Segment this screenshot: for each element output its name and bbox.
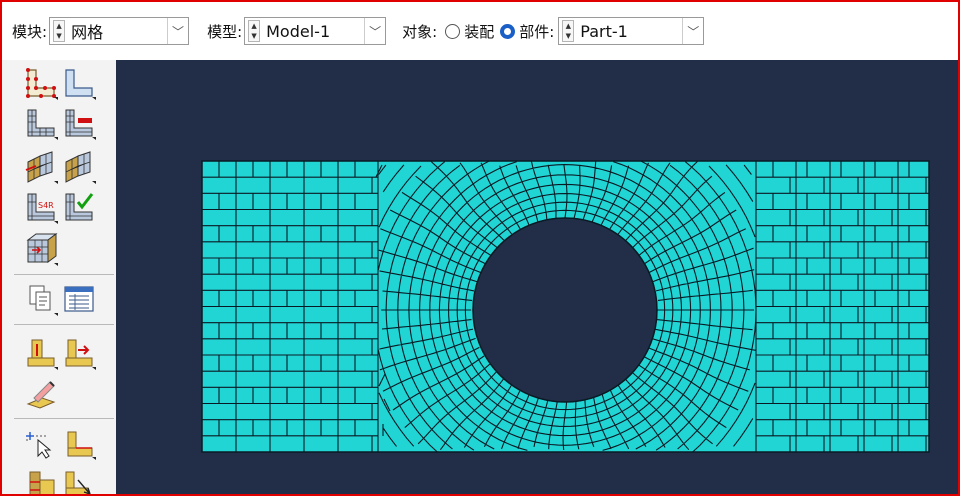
chevron-down-icon[interactable]: ﹀ xyxy=(682,18,703,44)
chevron-down-icon[interactable]: ﹀ xyxy=(364,18,385,44)
toolbox-separator xyxy=(14,418,114,419)
context-toolbar: 模块: ▲ ▼ 网格 ﹀ 模型: ▲ ▼ Model-1 ﹀ 对象: 装配 部件: … xyxy=(2,2,958,60)
mesh-toolbox: S4R xyxy=(2,60,116,494)
create-datum-icon[interactable] xyxy=(24,336,58,370)
seed-part-icon[interactable] xyxy=(24,66,58,100)
partition-cell-icon[interactable] xyxy=(24,232,58,266)
hole-cutout xyxy=(472,217,658,403)
module-label: 模块: xyxy=(12,22,48,41)
object-label: 对象: xyxy=(402,22,438,41)
app-frame: 模块: ▲ ▼ 网格 ﹀ 模型: ▲ ▼ Model-1 ﹀ 对象: 装配 部件: … xyxy=(0,0,960,496)
model-label: 模型: xyxy=(207,22,243,41)
toolbox-separator xyxy=(14,324,114,325)
mesh-controls-icon[interactable] xyxy=(24,106,58,140)
assembly-radio-label[interactable]: 装配 xyxy=(464,21,494,42)
part-radio[interactable] xyxy=(500,23,516,39)
s4r-element-icon[interactable]: S4R xyxy=(24,190,58,224)
assembly-radio[interactable] xyxy=(445,23,461,39)
part-value: Part-1 xyxy=(580,21,628,41)
model-spinner-icon[interactable]: ▲ ▼ xyxy=(248,20,261,42)
module-combo[interactable]: ▲ ▼ 网格 ﹀ xyxy=(49,17,190,45)
module-spinner-icon[interactable]: ▲ ▼ xyxy=(53,20,66,42)
virtual-topology-icon[interactable] xyxy=(62,426,96,460)
seed-edge-icon[interactable] xyxy=(62,66,96,100)
mesh-region-icon[interactable] xyxy=(62,150,96,184)
module-value: 网格 xyxy=(71,23,104,42)
extrude-mesh-icon[interactable] xyxy=(62,466,96,496)
edit-mesh-icon[interactable] xyxy=(24,376,58,410)
part-spinner-icon[interactable]: ▲ ▼ xyxy=(562,20,575,42)
model-value: Model-1 xyxy=(266,21,331,41)
query-info-icon[interactable] xyxy=(24,282,58,316)
cursor-tool-icon[interactable] xyxy=(24,426,58,460)
display-options-icon[interactable] xyxy=(62,282,96,316)
svg-text:S4R: S4R xyxy=(38,201,54,210)
chevron-down-icon[interactable]: ﹀ xyxy=(167,18,188,44)
verify-mesh-icon[interactable] xyxy=(62,190,96,224)
part-combo[interactable]: ▲ ▼ Part-1 ﹀ xyxy=(558,17,705,45)
combine-faces-icon[interactable] xyxy=(24,466,58,496)
part-mesh[interactable] xyxy=(116,60,958,494)
mesh-part-icon[interactable] xyxy=(24,150,58,184)
associate-geometry-icon[interactable] xyxy=(62,336,96,370)
part-radio-label[interactable]: 部件: xyxy=(519,21,554,42)
graphics-viewport[interactable] xyxy=(116,60,958,494)
toolbox-separator xyxy=(14,274,114,275)
model-combo[interactable]: ▲ ▼ Model-1 ﹀ xyxy=(244,17,387,45)
element-type-icon[interactable] xyxy=(62,106,96,140)
